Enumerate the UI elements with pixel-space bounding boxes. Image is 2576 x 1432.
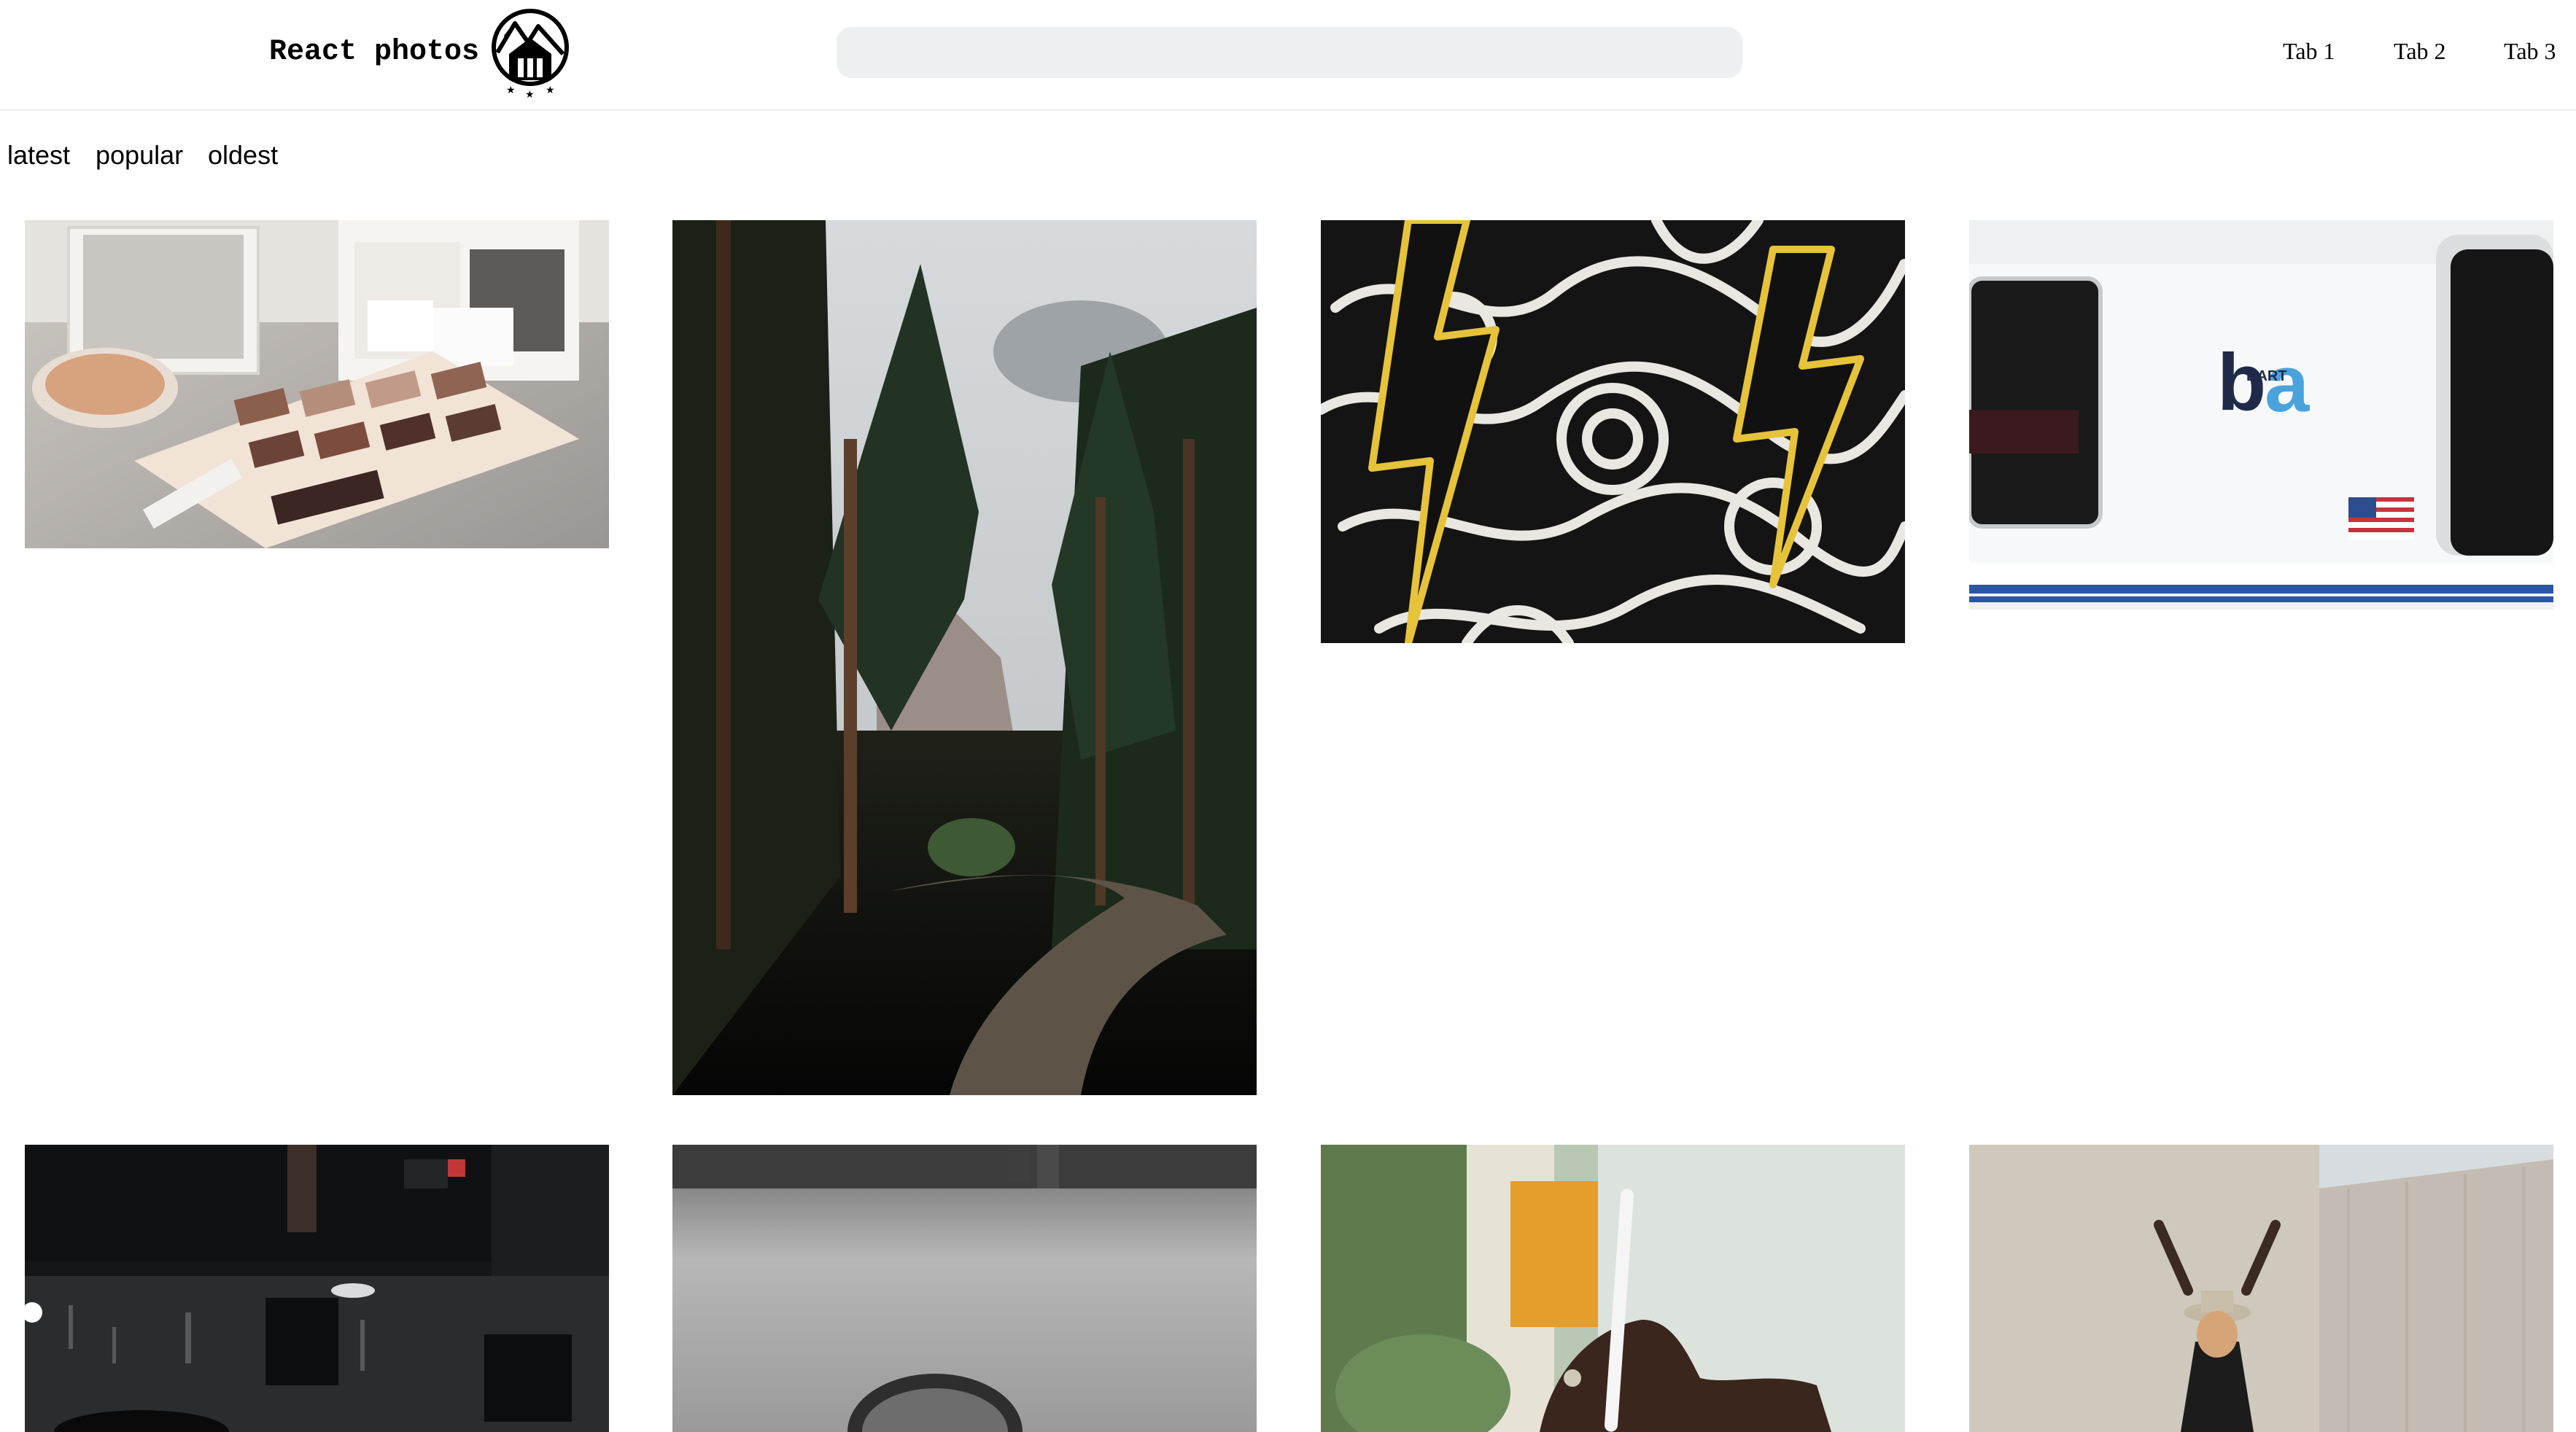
- tab-2[interactable]: Tab 2: [2394, 34, 2446, 69]
- sort-oldest[interactable]: oldest: [208, 137, 278, 174]
- app-title[interactable]: React photos: [269, 32, 479, 73]
- tab-1[interactable]: Tab 1: [2283, 34, 2335, 69]
- top-header: React photos ★ ★ ★ Tab 1 Tab 2 Tab 3: [0, 0, 2576, 111]
- svg-text:★: ★: [506, 85, 516, 96]
- mountain-cabin-logo-icon[interactable]: ★ ★ ★: [490, 7, 570, 101]
- svg-text:★: ★: [525, 89, 535, 98]
- photo-hand-holding-pen[interactable]: [1321, 1145, 1905, 1432]
- photo-bart-train[interactable]: b a BART: [1969, 220, 2553, 610]
- search-input[interactable]: [837, 27, 1742, 78]
- tab-3[interactable]: Tab 3: [2504, 34, 2556, 69]
- sort-popular[interactable]: popular: [96, 137, 183, 174]
- photo-lightning-mural[interactable]: [1321, 220, 1905, 643]
- svg-text:★: ★: [546, 85, 555, 96]
- photo-forest-path[interactable]: [672, 220, 1257, 1095]
- svg-text:BART: BART: [2246, 368, 2287, 384]
- sort-latest[interactable]: latest: [7, 137, 70, 174]
- photo-rainy-street-night[interactable]: [25, 1145, 609, 1432]
- photo-woman-wall[interactable]: [1969, 1145, 2553, 1432]
- photo-man-black-and-white[interactable]: [672, 1145, 1257, 1432]
- photo-makeup-palettes[interactable]: [25, 220, 609, 548]
